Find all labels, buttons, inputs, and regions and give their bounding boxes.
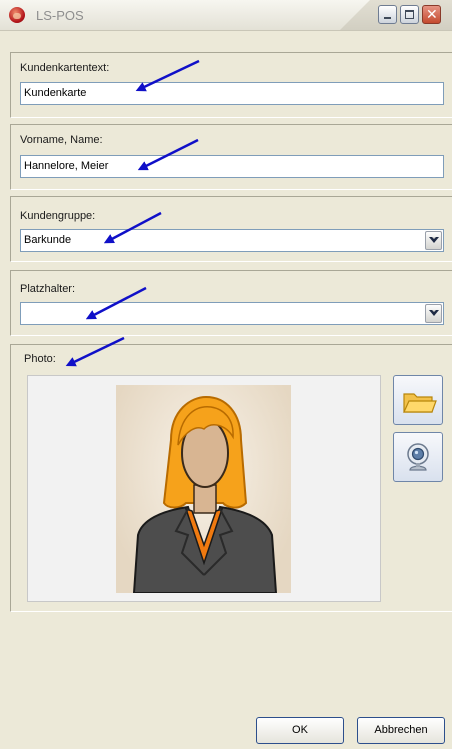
cancel-button[interactable]: Abbrechen (357, 717, 445, 744)
annotation-arrow (135, 59, 200, 92)
annotation-arrows (65, 59, 200, 367)
ok-button[interactable]: OK (256, 717, 344, 744)
annotation-arrow (137, 138, 199, 171)
annotation-arrow (65, 336, 125, 367)
annotation-arrow (85, 286, 147, 320)
app-window: LS-POS ✕ Kundenkartentext: Kundenkarte V… (0, 0, 452, 749)
annotation-arrow (103, 211, 162, 244)
